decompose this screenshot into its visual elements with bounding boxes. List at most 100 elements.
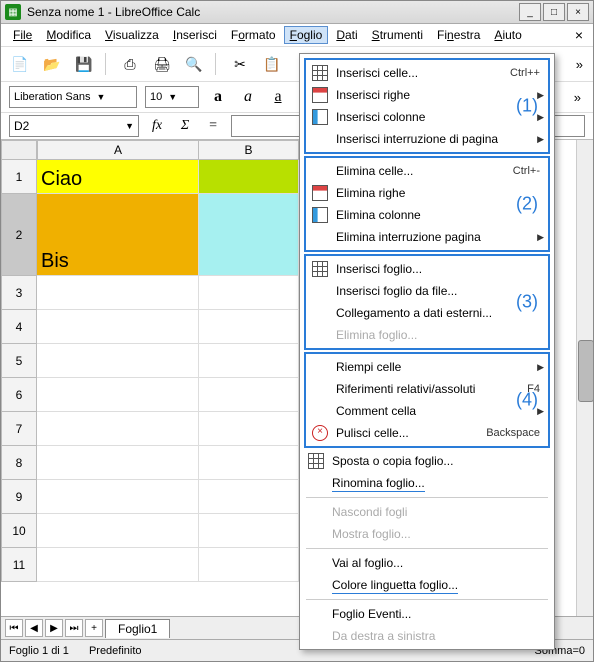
- minimize-button[interactable]: _: [519, 3, 541, 21]
- menu-item-label: Mostra foglio...: [332, 527, 546, 541]
- menu-item[interactable]: Riempi celle▶: [306, 356, 548, 378]
- open-icon[interactable]: 📂: [39, 51, 65, 77]
- cell-A5[interactable]: [37, 344, 199, 378]
- cell-B4[interactable]: [199, 310, 299, 344]
- menu-help[interactable]: Aiuto: [488, 26, 527, 44]
- scroll-thumb[interactable]: [578, 340, 593, 402]
- tab-last[interactable]: ⏭: [65, 619, 83, 637]
- cell-A8[interactable]: [37, 446, 199, 480]
- save-icon[interactable]: 💾: [71, 51, 97, 77]
- vertical-scrollbar[interactable]: [576, 140, 593, 616]
- cell-A10[interactable]: [37, 514, 199, 548]
- name-box[interactable]: D2▼: [9, 115, 139, 137]
- sum-icon[interactable]: Σ: [175, 116, 195, 136]
- cell-B3[interactable]: [199, 276, 299, 310]
- cell-A4[interactable]: [37, 310, 199, 344]
- cell-A6[interactable]: [37, 378, 199, 412]
- cell-B11[interactable]: [199, 548, 299, 582]
- print-icon[interactable]: 🖨: [149, 51, 175, 77]
- cell-A11[interactable]: [37, 548, 199, 582]
- menu-item[interactable]: Inserisci colonne▶: [306, 106, 548, 128]
- cell-B7[interactable]: [199, 412, 299, 446]
- menu-item[interactable]: Colore linguetta foglio...: [302, 574, 552, 596]
- menu-item[interactable]: Inserisci foglio da file...: [306, 280, 548, 302]
- row-header-2[interactable]: 2: [1, 194, 37, 276]
- cell-B1[interactable]: [199, 160, 299, 194]
- menu-sheet[interactable]: Foglio: [284, 26, 329, 44]
- menu-item[interactable]: ×Pulisci celle...Backspace: [306, 422, 548, 444]
- underline-button[interactable]: a: [267, 86, 289, 108]
- menu-item[interactable]: Inserisci righe▶: [306, 84, 548, 106]
- menu-view[interactable]: Visualizza: [99, 26, 165, 44]
- menu-item-label: Inserisci righe: [336, 88, 529, 102]
- menu-tools[interactable]: Strumenti: [366, 26, 429, 44]
- col-header-A[interactable]: A: [37, 140, 199, 160]
- cell-A9[interactable]: [37, 480, 199, 514]
- menu-data[interactable]: Dati: [330, 26, 363, 44]
- row-header-4[interactable]: 4: [1, 310, 37, 344]
- cut-icon[interactable]: ✂: [227, 51, 253, 77]
- menu-edit[interactable]: Modifica: [40, 26, 97, 44]
- copy-icon[interactable]: 📋: [259, 51, 285, 77]
- cell-A3[interactable]: [37, 276, 199, 310]
- pdf-icon[interactable]: ⎙: [117, 51, 143, 77]
- sheet-tab-1[interactable]: Foglio1: [105, 619, 170, 638]
- fmtbar-overflow[interactable]: »: [570, 90, 585, 105]
- bold-button[interactable]: a: [207, 86, 229, 108]
- menu-item[interactable]: Vai al foglio...: [302, 552, 552, 574]
- menu-item[interactable]: Inserisci foglio...: [306, 258, 548, 280]
- row-header-5[interactable]: 5: [1, 344, 37, 378]
- italic-button[interactable]: a: [237, 86, 259, 108]
- menu-item[interactable]: Comment cella▶: [306, 400, 548, 422]
- row-header-3[interactable]: 3: [1, 276, 37, 310]
- menu-item[interactable]: Inserisci interruzione di pagina▶: [306, 128, 548, 150]
- equals-icon[interactable]: =: [203, 116, 223, 136]
- row-header-11[interactable]: 11: [1, 548, 37, 582]
- menu-item[interactable]: Collegamento a dati esterni...: [306, 302, 548, 324]
- row-header-10[interactable]: 10: [1, 514, 37, 548]
- menu-item[interactable]: Elimina colonne: [306, 204, 548, 226]
- row-header-8[interactable]: 8: [1, 446, 37, 480]
- font-name-combo[interactable]: Liberation Sans▼: [9, 86, 137, 108]
- tab-prev[interactable]: ◀: [25, 619, 43, 637]
- tab-first[interactable]: ⏮: [5, 619, 23, 637]
- cell-B5[interactable]: [199, 344, 299, 378]
- menu-item[interactable]: Sposta o copia foglio...: [302, 450, 552, 472]
- menu-file[interactable]: File: [7, 26, 38, 44]
- menu-item[interactable]: Riferimenti relativi/assolutiF4: [306, 378, 548, 400]
- menu-item[interactable]: Rinomina foglio...: [302, 472, 552, 494]
- cell-B8[interactable]: [199, 446, 299, 480]
- new-icon[interactable]: 📄: [7, 51, 33, 77]
- menu-insert[interactable]: Inserisci: [167, 26, 223, 44]
- menu-item[interactable]: Foglio Eventi...: [302, 603, 552, 625]
- menu-format[interactable]: Formato: [225, 26, 282, 44]
- menu-item-label: Rinomina foglio...: [332, 476, 546, 490]
- maximize-button[interactable]: □: [543, 3, 565, 21]
- menu-item[interactable]: Elimina celle...Ctrl+-: [306, 160, 548, 182]
- menu-item[interactable]: Elimina interruzione pagina▶: [306, 226, 548, 248]
- select-all-corner[interactable]: [1, 140, 37, 160]
- row-header-7[interactable]: 7: [1, 412, 37, 446]
- row-header-9[interactable]: 9: [1, 480, 37, 514]
- row-header-6[interactable]: 6: [1, 378, 37, 412]
- cell-B9[interactable]: [199, 480, 299, 514]
- function-wizard-icon[interactable]: fx: [147, 116, 167, 136]
- cell-A2[interactable]: Bis: [37, 194, 199, 276]
- menu-item[interactable]: Elimina righe: [306, 182, 548, 204]
- cell-A1[interactable]: Ciao: [37, 160, 199, 194]
- preview-icon[interactable]: 🔍: [181, 51, 207, 77]
- font-size-combo[interactable]: 10▼: [145, 86, 199, 108]
- close-doc-button[interactable]: ×: [571, 27, 587, 43]
- toolbar-overflow[interactable]: »: [572, 57, 587, 72]
- cell-B6[interactable]: [199, 378, 299, 412]
- tab-add[interactable]: +: [85, 619, 103, 637]
- row-header-1[interactable]: 1: [1, 160, 37, 194]
- menu-window[interactable]: Finestra: [431, 26, 486, 44]
- menu-item[interactable]: Inserisci celle...Ctrl++: [306, 62, 548, 84]
- cell-B2[interactable]: [199, 194, 299, 276]
- close-button[interactable]: ×: [567, 3, 589, 21]
- cell-B10[interactable]: [199, 514, 299, 548]
- col-header-B[interactable]: B: [199, 140, 299, 160]
- tab-next[interactable]: ▶: [45, 619, 63, 637]
- cell-A7[interactable]: [37, 412, 199, 446]
